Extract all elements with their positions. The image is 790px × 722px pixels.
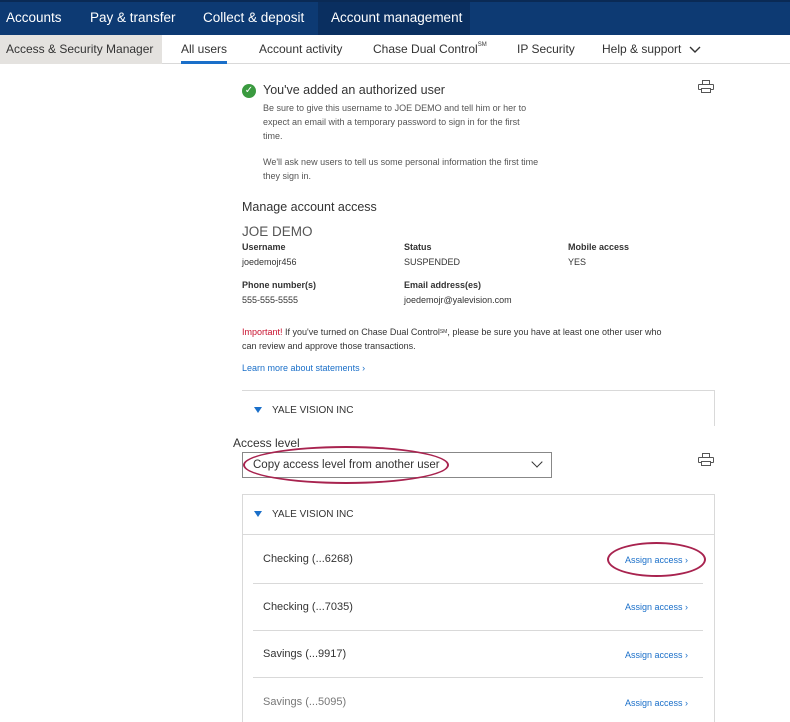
status-value: SUSPENDED — [404, 257, 461, 267]
mobile-access-value: YES — [568, 257, 587, 267]
success-message-line: they sign in. — [263, 171, 312, 181]
important-prefix: Important! — [242, 327, 283, 337]
nav-collect-deposit[interactable]: Collect & deposit — [203, 10, 304, 25]
panel-border — [714, 390, 715, 426]
panel-border — [242, 494, 243, 722]
username-value: joedemojr456 — [242, 257, 297, 267]
assign-access-link[interactable]: Assign access › — [625, 650, 688, 660]
triangle-down-icon[interactable] — [254, 511, 262, 517]
row-divider — [253, 677, 703, 678]
important-notice: Important! If you've turned on Chase Dua… — [242, 326, 732, 353]
assign-access-label: Assign access — [625, 650, 683, 660]
important-text: , please be sure you have at least one o… — [447, 327, 662, 337]
triangle-down-icon[interactable] — [254, 407, 262, 413]
row-divider — [253, 630, 703, 631]
row-divider — [253, 583, 703, 584]
check-icon: ✓ — [242, 84, 256, 98]
nav-accounts[interactable]: Accounts — [6, 10, 62, 25]
panel-border — [242, 390, 715, 391]
assign-access-link[interactable]: Assign access › — [625, 555, 688, 565]
learn-more-label: Learn more about statements — [242, 363, 360, 373]
tab-ip-security[interactable]: IP Security — [517, 42, 575, 56]
phone-label: Phone number(s) — [242, 280, 317, 290]
panel-border — [242, 494, 715, 495]
success-message-line: Be sure to give this username to JOE DEM… — [263, 103, 527, 113]
nav-account-management[interactable]: Account management — [331, 10, 462, 25]
company-header[interactable]: YALE VISION INC — [272, 509, 354, 520]
status-label: Status — [404, 242, 432, 252]
tab-help-support-label: Help & support — [602, 42, 682, 56]
sub-nav: Access & Security Manager All users Acco… — [0, 35, 790, 64]
tab-account-activity[interactable]: Account activity — [259, 42, 342, 56]
access-level-label: Access level — [233, 436, 300, 450]
chevron-right-icon: › — [685, 602, 689, 612]
chevron-right-icon: › — [362, 363, 366, 373]
nav-pay-transfer[interactable]: Pay & transfer — [90, 10, 176, 25]
success-message-line: We'll ask new users to tell us some pers… — [263, 157, 539, 167]
tab-dual-control-label: Chase Dual Control — [373, 42, 478, 56]
account-name: Savings (...9917) — [263, 648, 347, 660]
learn-more-link[interactable]: Learn more about statements › — [242, 363, 365, 373]
panel-border — [714, 494, 715, 722]
tab-all-users[interactable]: All users — [181, 42, 228, 64]
assign-access-label: Assign access — [625, 698, 683, 708]
top-nav: Accounts Pay & transfer Collect & deposi… — [0, 0, 790, 35]
success-message-line: time. — [263, 131, 283, 141]
chevron-right-icon: › — [685, 555, 689, 565]
chevron-right-icon: › — [685, 698, 689, 708]
assign-access-label: Assign access — [625, 555, 683, 565]
section-title: Access & Security Manager — [0, 35, 162, 64]
username-label: Username — [242, 242, 286, 252]
access-level-select[interactable]: Copy access level from another user — [242, 452, 552, 478]
important-text: can review and approve those transaction… — [242, 340, 416, 351]
assign-access-link[interactable]: Assign access › — [625, 698, 688, 708]
user-name: JOE DEMO — [242, 224, 313, 239]
printer-icon[interactable] — [698, 80, 714, 94]
success-title: You've added an authorized user — [263, 83, 445, 97]
account-name: Checking (...7035) — [263, 601, 353, 613]
tab-dual-control[interactable]: Chase Dual ControlSM — [373, 42, 487, 56]
chevron-down-icon — [689, 46, 701, 53]
account-name: Savings (...5095) — [263, 696, 347, 708]
email-value: joedemojr@yalevision.com — [404, 295, 512, 305]
assign-access-label: Assign access — [625, 602, 683, 612]
company-header[interactable]: YALE VISION INC — [272, 405, 354, 416]
service-mark: SM — [477, 42, 487, 48]
panel-border — [242, 534, 715, 535]
access-level-value: Copy access level from another user — [253, 459, 440, 471]
tab-help-support[interactable]: Help & support — [602, 42, 701, 56]
phone-value: 555-555-5555 — [242, 295, 299, 305]
printer-icon[interactable] — [698, 453, 714, 467]
chevron-down-icon — [531, 456, 543, 468]
email-label: Email address(es) — [404, 280, 482, 290]
account-name: Checking (...6268) — [263, 553, 353, 565]
mobile-access-label: Mobile access — [568, 242, 630, 252]
manage-access-title: Manage account access — [242, 200, 377, 214]
assign-access-link[interactable]: Assign access › — [625, 602, 688, 612]
success-message-line: expect an email with a temporary passwor… — [263, 117, 520, 127]
chevron-right-icon: › — [685, 650, 689, 660]
important-text: If you've turned on Chase Dual Control — [282, 327, 440, 337]
